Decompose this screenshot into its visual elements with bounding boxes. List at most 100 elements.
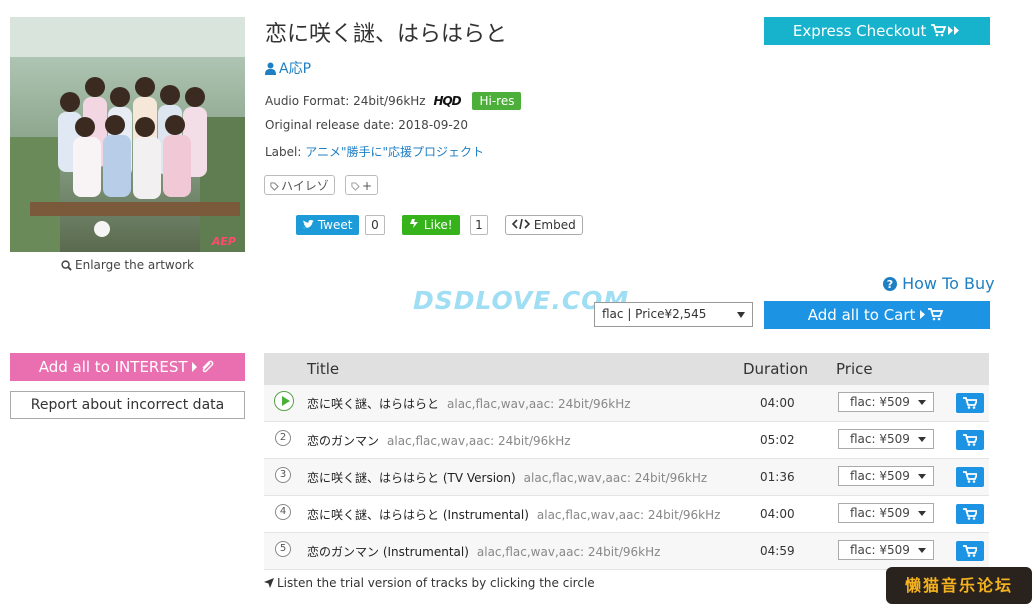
trial-hint: Listen the trial version of tracks by cl…: [264, 576, 595, 590]
play-icon[interactable]: [274, 391, 294, 411]
chevron-down-icon: [918, 437, 926, 442]
track-title: 恋のガンマン: [307, 434, 380, 448]
add-interest-label: Add all to INTEREST: [38, 358, 188, 376]
zoom-icon: [61, 260, 72, 271]
track-price-select[interactable]: flac: ¥509: [838, 540, 934, 560]
track-price-value: flac: ¥509: [850, 469, 910, 483]
trial-hint-text: Listen the trial version of tracks by cl…: [277, 576, 595, 590]
cart-icon: [963, 434, 977, 446]
tweet-button[interactable]: Tweet: [296, 215, 360, 235]
tweet-label: Tweet: [317, 218, 353, 232]
twitter-icon: [303, 219, 314, 229]
embed-label: Embed: [533, 218, 576, 232]
express-checkout-label: Express Checkout: [792, 22, 927, 40]
tag-hires[interactable]: ハイレゾ: [264, 175, 335, 195]
label-label: Label:: [265, 145, 302, 159]
track-add-to-cart-button[interactable]: [956, 541, 984, 561]
track-number-play-button[interactable]: 4: [275, 504, 291, 520]
cart-icon: [963, 397, 977, 409]
add-tag-label: +: [362, 179, 373, 193]
album-title: 恋に咲く謎、はらはらと: [265, 22, 508, 47]
code-icon: [511, 218, 531, 230]
track-price-select[interactable]: flac: ¥509: [838, 392, 934, 412]
label-row: Label: アニメ"勝手に"応援プロジェクト: [265, 143, 484, 160]
track-price-value: flac: ¥509: [850, 543, 910, 557]
header-price: Price: [836, 360, 873, 378]
artwork-image: AEP: [10, 17, 245, 252]
enlarge-label: Enlarge the artwork: [75, 258, 194, 272]
track-formats: alac,flac,wav,aac: 24bit/96kHz: [387, 434, 571, 448]
tag-icon: [270, 182, 279, 191]
format-price-value: flac | Price¥2,545: [602, 307, 707, 321]
track-price-select[interactable]: flac: ¥509: [838, 503, 934, 523]
svg-text:?: ?: [887, 278, 893, 291]
chevron-down-icon: [918, 511, 926, 516]
embed-button[interactable]: Embed: [505, 215, 583, 235]
track-title: 恋に咲く謎、はらはらと: [307, 397, 440, 411]
tag-label: ハイレゾ: [281, 179, 329, 193]
express-checkout-button[interactable]: Express Checkout: [764, 17, 990, 45]
paperclip-icon: [192, 360, 214, 373]
track-formats: alac,flac,wav,aac: 24bit/96kHz: [476, 545, 661, 559]
add-all-to-interest-button[interactable]: Add all to INTEREST: [10, 353, 245, 381]
track-title: 恋のガンマン (Instrumental): [307, 545, 469, 559]
chevron-down-icon: [918, 548, 926, 553]
track-duration: 04:59: [760, 544, 795, 558]
cart-forward-icon: [931, 24, 960, 37]
track-title: 恋に咲く謎、はらはらと (TV Version): [307, 471, 516, 485]
track-formats: alac,flac,wav,aac: 24bit/96kHz: [536, 508, 721, 522]
label-link[interactable]: アニメ"勝手に"応援プロジェクト: [305, 145, 484, 159]
hqd-badge: HQD: [433, 94, 461, 108]
album-artwork[interactable]: AEP: [10, 17, 245, 252]
track-duration: 01:36: [760, 470, 795, 484]
audio-format-row: Audio Format: 24bit/96kHz HQD Hi-res: [265, 92, 522, 110]
like-count: 1: [470, 215, 488, 235]
tag-icon: [351, 182, 360, 191]
track-price-select[interactable]: flac: ¥509: [838, 429, 934, 449]
header-title: Title: [307, 360, 340, 378]
track-number-play-button[interactable]: 5: [275, 541, 291, 557]
track-number-play-button[interactable]: 3: [275, 467, 291, 483]
track-row: 2 恋のガンマン alac,flac,wav,aac: 24bit/96kHz 0…: [264, 422, 989, 459]
track-formats: alac,flac,wav,aac: 24bit/96kHz: [523, 471, 708, 485]
tweet-count: 0: [365, 215, 385, 235]
track-duration: 05:02: [760, 433, 795, 447]
track-number-play-button[interactable]: 2: [275, 430, 291, 446]
track-add-to-cart-button[interactable]: [956, 467, 984, 487]
like-icon: [410, 219, 418, 228]
user-icon: [265, 62, 276, 75]
track-table: Title Duration Price 恋に咲く謎、はらはらと alac,fla…: [264, 353, 989, 570]
like-label: Like!: [423, 218, 453, 232]
question-circle-icon: ?: [883, 277, 897, 291]
cart-icon: [963, 471, 977, 483]
cart-icon: [963, 508, 977, 520]
like-button[interactable]: Like!: [402, 215, 460, 235]
artwork-logo: AEP: [211, 235, 236, 248]
chevron-down-icon: [918, 400, 926, 405]
audio-format-label: Audio Format:: [265, 94, 350, 108]
track-table-header: Title Duration Price: [264, 353, 989, 385]
add-tag-button[interactable]: +: [345, 175, 379, 195]
artist-link[interactable]: A応P: [265, 58, 311, 78]
format-price-select[interactable]: flac | Price¥2,545: [594, 302, 753, 327]
track-duration: 04:00: [760, 396, 795, 410]
release-date-label: Original release date:: [265, 118, 395, 132]
cart-icon: [963, 545, 977, 557]
artist-name: A応P: [279, 61, 312, 77]
track-title: 恋に咲く謎、はらはらと (Instrumental): [307, 508, 529, 522]
how-to-buy-link[interactable]: ? How To Buy: [883, 274, 995, 293]
track-price-value: flac: ¥509: [850, 432, 910, 446]
add-all-to-cart-button[interactable]: Add all to Cart: [764, 301, 990, 329]
track-row: 3 恋に咲く謎、はらはらと (TV Version) alac,flac,wav,…: [264, 459, 989, 496]
track-duration: 04:00: [760, 507, 795, 521]
track-add-to-cart-button[interactable]: [956, 430, 984, 450]
track-add-to-cart-button[interactable]: [956, 393, 984, 413]
track-add-to-cart-button[interactable]: [956, 504, 984, 524]
release-date-value: 2018-09-20: [398, 118, 469, 132]
track-price-select[interactable]: flac: ¥509: [838, 466, 934, 486]
enlarge-artwork-link[interactable]: Enlarge the artwork: [10, 258, 245, 272]
header-duration: Duration: [743, 360, 809, 378]
report-incorrect-data-button[interactable]: Report about incorrect data: [10, 391, 245, 419]
release-date-row: Original release date: 2018-09-20: [265, 118, 468, 132]
audio-format-value: 24bit/96kHz: [353, 94, 426, 108]
